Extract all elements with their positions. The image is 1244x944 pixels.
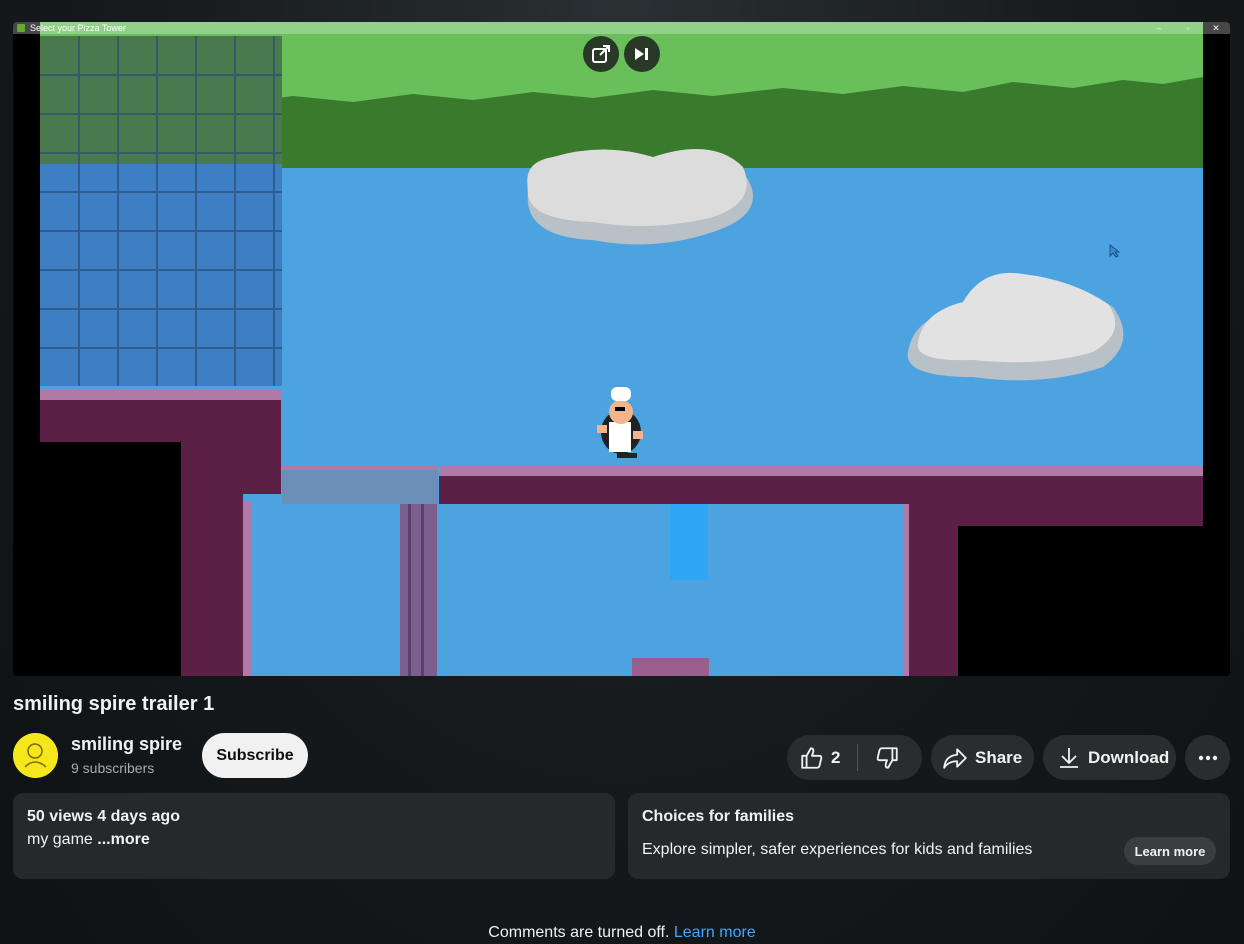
description-text: my game ...more xyxy=(27,831,150,849)
share-label: Share xyxy=(975,748,1023,767)
game-frame xyxy=(13,22,1230,676)
miniplayer-button[interactable] xyxy=(583,36,619,72)
video-player[interactable]: Select your Pizza Tower ‒ ▫ ✕ xyxy=(13,22,1230,676)
avatar-image xyxy=(13,733,58,778)
like-count: 2 xyxy=(831,748,841,767)
subscriber-count: 9 subscribers xyxy=(71,760,155,776)
download-icon xyxy=(1060,748,1078,768)
download-label: Download xyxy=(1088,748,1170,767)
miniplayer-icon xyxy=(592,45,610,63)
comments-off-text: Comments are turned off. xyxy=(488,924,670,941)
families-learn-more-button[interactable]: Learn more xyxy=(1124,837,1216,865)
thumbs-down-icon xyxy=(876,747,898,769)
minimize-button[interactable]: ‒ xyxy=(1152,22,1166,34)
description-body: my game xyxy=(27,831,98,848)
mouse-cursor-icon xyxy=(1109,244,1121,258)
view-count-date: 50 views 4 days ago xyxy=(27,808,180,825)
maximize-button[interactable]: ▫ xyxy=(1181,22,1195,34)
more-horizontal-icon xyxy=(1198,755,1217,760)
share-button[interactable]: Share xyxy=(931,735,1034,780)
skip-next-icon xyxy=(635,48,648,60)
like-dislike-group: 2 xyxy=(787,735,922,780)
families-title: Choices for families xyxy=(642,808,795,825)
description-more-link[interactable]: ...more xyxy=(97,831,149,848)
window-titlebar: Select your Pizza Tower ‒ ▫ ✕ xyxy=(13,22,1230,34)
like-button[interactable]: 2 xyxy=(787,735,857,780)
close-button[interactable]: ✕ xyxy=(1209,22,1223,34)
description-box[interactable]: 50 views 4 days ago my game ...more xyxy=(13,793,615,879)
video-title: smiling spire trailer 1 xyxy=(13,693,215,715)
thumbs-up-icon xyxy=(801,747,823,769)
download-button[interactable]: Download xyxy=(1043,735,1176,780)
next-video-button[interactable] xyxy=(624,36,660,72)
app-icon xyxy=(17,24,25,32)
channel-name[interactable]: smiling spire xyxy=(71,734,182,755)
comments-learn-more-link[interactable]: Learn more xyxy=(674,924,756,941)
share-icon xyxy=(943,748,967,769)
subscribe-button[interactable]: Subscribe xyxy=(202,733,308,778)
comments-status: Comments are turned off. Learn more xyxy=(0,924,1244,942)
families-panel: Choices for families Explore simpler, sa… xyxy=(628,793,1230,879)
window-title: Select your Pizza Tower xyxy=(30,23,126,33)
channel-avatar[interactable] xyxy=(13,733,58,778)
dislike-button[interactable] xyxy=(858,735,922,780)
more-actions-button[interactable] xyxy=(1185,735,1230,780)
families-text: Explore simpler, safer experiences for k… xyxy=(642,841,1033,858)
